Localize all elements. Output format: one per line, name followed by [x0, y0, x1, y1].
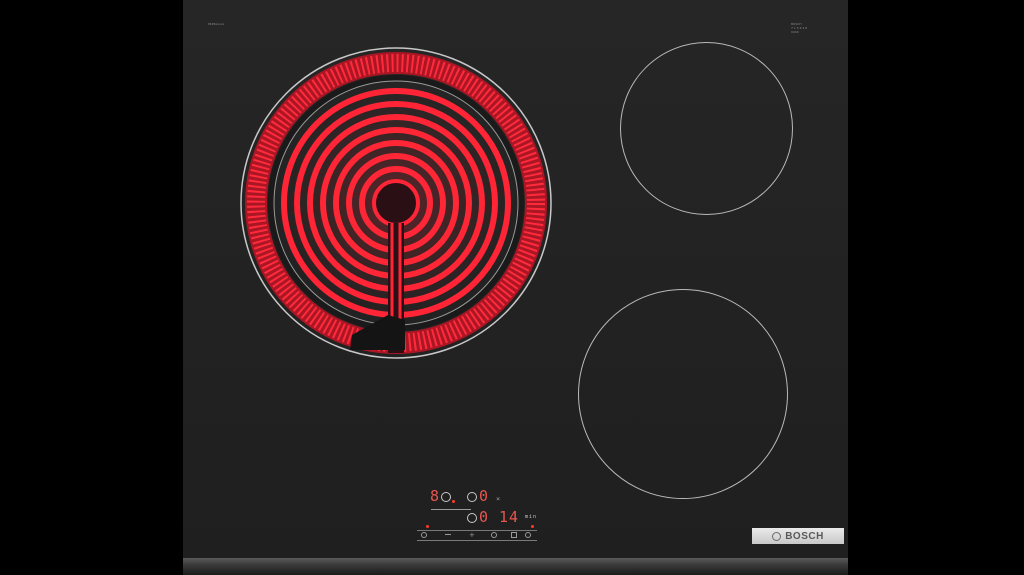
plus-icon[interactable]: + — [469, 532, 475, 539]
hob-front-edge — [183, 558, 848, 575]
zone-select-back-right-icon[interactable] — [467, 492, 477, 502]
zone-power-display-top-right: 0 — [479, 487, 490, 505]
child-lock-icon[interactable] — [525, 532, 531, 538]
multiply-icon: × — [496, 495, 502, 503]
brand-badge: BOSCH — [752, 528, 844, 544]
active-led — [452, 500, 455, 503]
zone-select-left-icon[interactable] — [441, 492, 451, 502]
cooking-zone-back-right[interactable] — [620, 42, 793, 215]
lock-icon[interactable] — [511, 532, 517, 538]
heating-zone-front-left[interactable] — [240, 45, 552, 363]
slider-track-top — [417, 530, 537, 531]
corner-label: BOSCH 7 1 5 6 4 8 0000 — [791, 22, 808, 34]
ceramic-hob: PKP6xxxxx BOSCH 7 1 5 6 4 8 0000 8 0 × 0… — [183, 0, 848, 560]
zone-power-display-bottom-right: 0 — [479, 508, 490, 526]
timer-icon[interactable] — [491, 532, 497, 538]
minus-icon[interactable] — [445, 534, 451, 535]
video-frame: PKP6xxxxx BOSCH 7 1 5 6 4 8 0000 8 0 × 0… — [0, 0, 1024, 575]
slider-track-bottom — [417, 540, 537, 541]
panel-divider — [431, 509, 471, 510]
zone-select-front-right-icon[interactable] — [467, 513, 477, 523]
model-label: PKP6xxxxx — [208, 22, 225, 26]
zone-power-display-left: 8 — [430, 487, 441, 505]
timer-display: 14 — [499, 508, 520, 526]
cooking-zone-front-right[interactable] — [578, 289, 788, 499]
timer-led — [531, 525, 534, 528]
brand-name: BOSCH — [785, 530, 824, 542]
power-led — [426, 525, 429, 528]
power-icon[interactable] — [421, 532, 427, 538]
bosch-logo-icon — [772, 531, 782, 541]
timer-unit: min — [525, 514, 538, 520]
center-hub — [372, 179, 420, 227]
touch-control-panel: 8 0 × 0 14 min + — [415, 484, 540, 544]
